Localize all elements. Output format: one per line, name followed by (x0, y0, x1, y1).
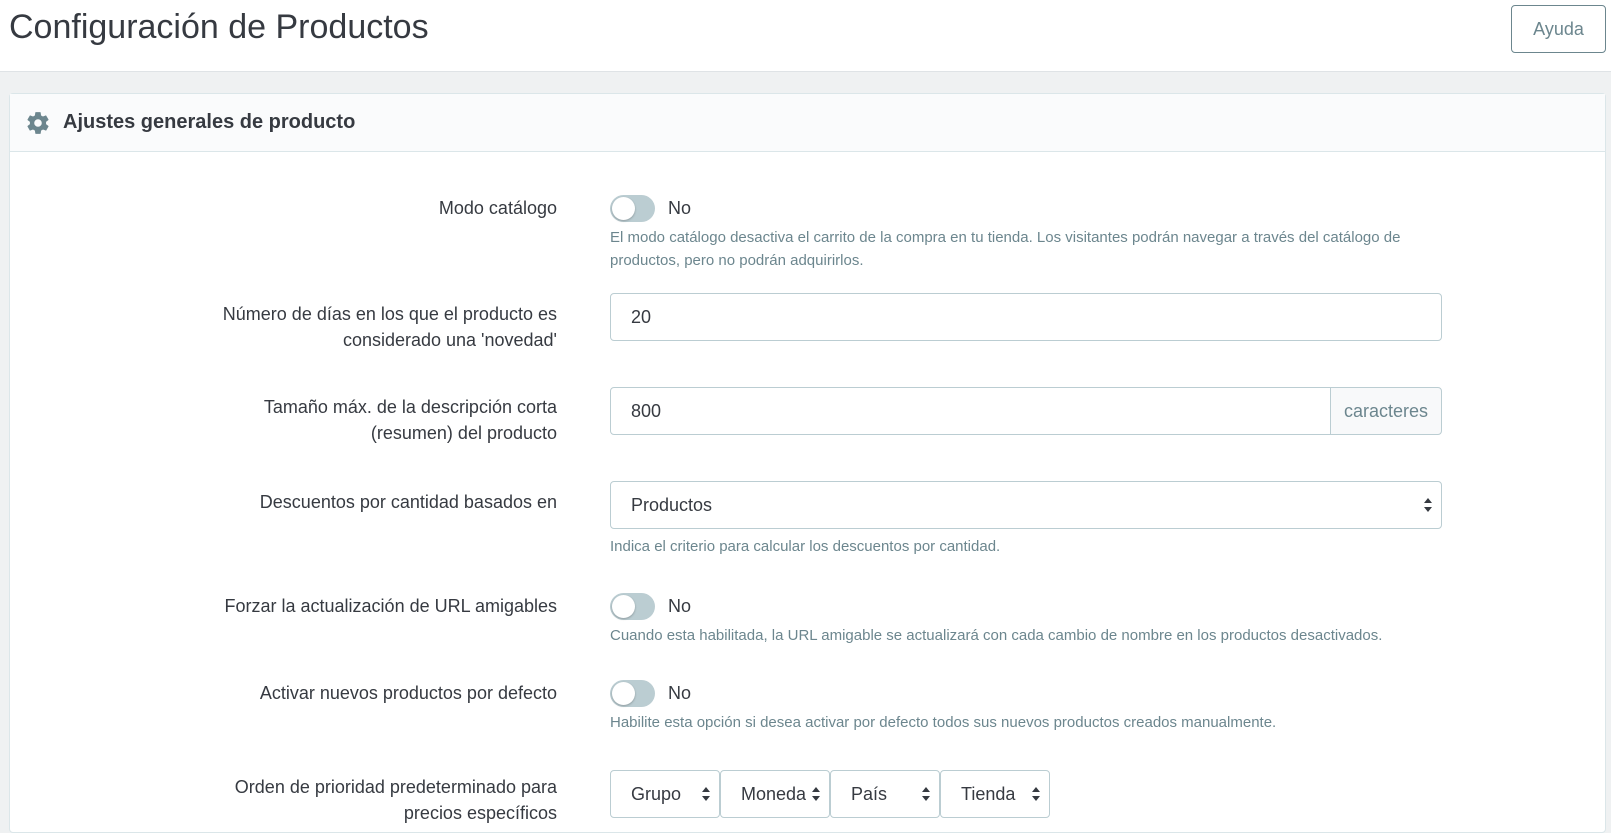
activate-new-label: Activar nuevos productos por defecto (259, 683, 557, 703)
characters-addon: caracteres (1330, 387, 1442, 435)
switch-value: No (668, 596, 692, 616)
gear-icon (27, 111, 49, 134)
select-arrows-icon (1032, 787, 1040, 801)
qty-discount-value: Productos (631, 494, 713, 515)
priority-select-3[interactable]: País (830, 770, 940, 818)
catalog-mode-hint: El modo catálogo desactiva el carrito de… (610, 229, 1401, 269)
priority-option-4: Tienda (961, 783, 1016, 804)
card-title: Ajustes generales de producto (63, 111, 356, 133)
qty-discount-hint: Indica el criterio para calcular los des… (610, 538, 1001, 555)
force-url-label: Forzar la actualización de URL amigables (224, 596, 558, 616)
priority-select-2[interactable]: Moneda (720, 770, 830, 818)
qty-discount-label: Descuentos por cantidad basados en (259, 492, 557, 512)
page-title: Configuración de Productos (9, 8, 429, 46)
settings-card: Ajustes generales de producto Modo catál… (9, 93, 1606, 833)
switch-knob (612, 595, 635, 618)
new-days-input[interactable]: 20 (610, 293, 1442, 341)
priority-select-1[interactable]: Grupo (610, 770, 720, 818)
switch-knob (612, 682, 635, 705)
activate-new-hint: Habilite esta opción si desea activar po… (610, 714, 1277, 731)
switch-value: No (668, 683, 692, 703)
select-arrows-icon (702, 787, 710, 801)
force-url-hint: Cuando esta habilitada, la URL amigable … (610, 627, 1383, 644)
activate-new-switch[interactable]: No (610, 680, 691, 707)
priority-select-4[interactable]: Tienda (940, 770, 1050, 818)
catalog-mode-switch[interactable]: No (610, 195, 691, 222)
select-arrows-icon (1424, 498, 1432, 512)
switch-track[interactable] (610, 195, 655, 222)
priority-option-2: Moneda (741, 783, 807, 804)
switch-track[interactable] (610, 680, 655, 707)
short-desc-label: Tamaño máx. de la descripción corta (res… (263, 397, 557, 443)
priority-option-3: País (851, 783, 888, 804)
switch-value: No (668, 198, 692, 218)
page-header: Configuración de Productos Ayuda (0, 0, 1611, 72)
select-arrows-icon (812, 787, 820, 801)
card-header: Ajustes generales de producto (10, 94, 1605, 152)
priority-label: Orden de prioridad predeterminado para p… (234, 777, 557, 823)
short-desc-input[interactable]: 800 (610, 387, 1331, 435)
select-arrows-icon (922, 787, 930, 801)
catalog-mode-label: Modo catálogo (438, 198, 557, 218)
force-url-switch[interactable]: No (610, 593, 691, 620)
help-button[interactable]: Ayuda (1511, 5, 1606, 53)
priority-option-1: Grupo (631, 783, 682, 804)
switch-track[interactable] (610, 593, 655, 620)
qty-discount-select[interactable]: Productos (610, 481, 1442, 529)
switch-knob (612, 197, 635, 220)
new-days-label: Número de días en los que el producto es… (222, 304, 557, 350)
